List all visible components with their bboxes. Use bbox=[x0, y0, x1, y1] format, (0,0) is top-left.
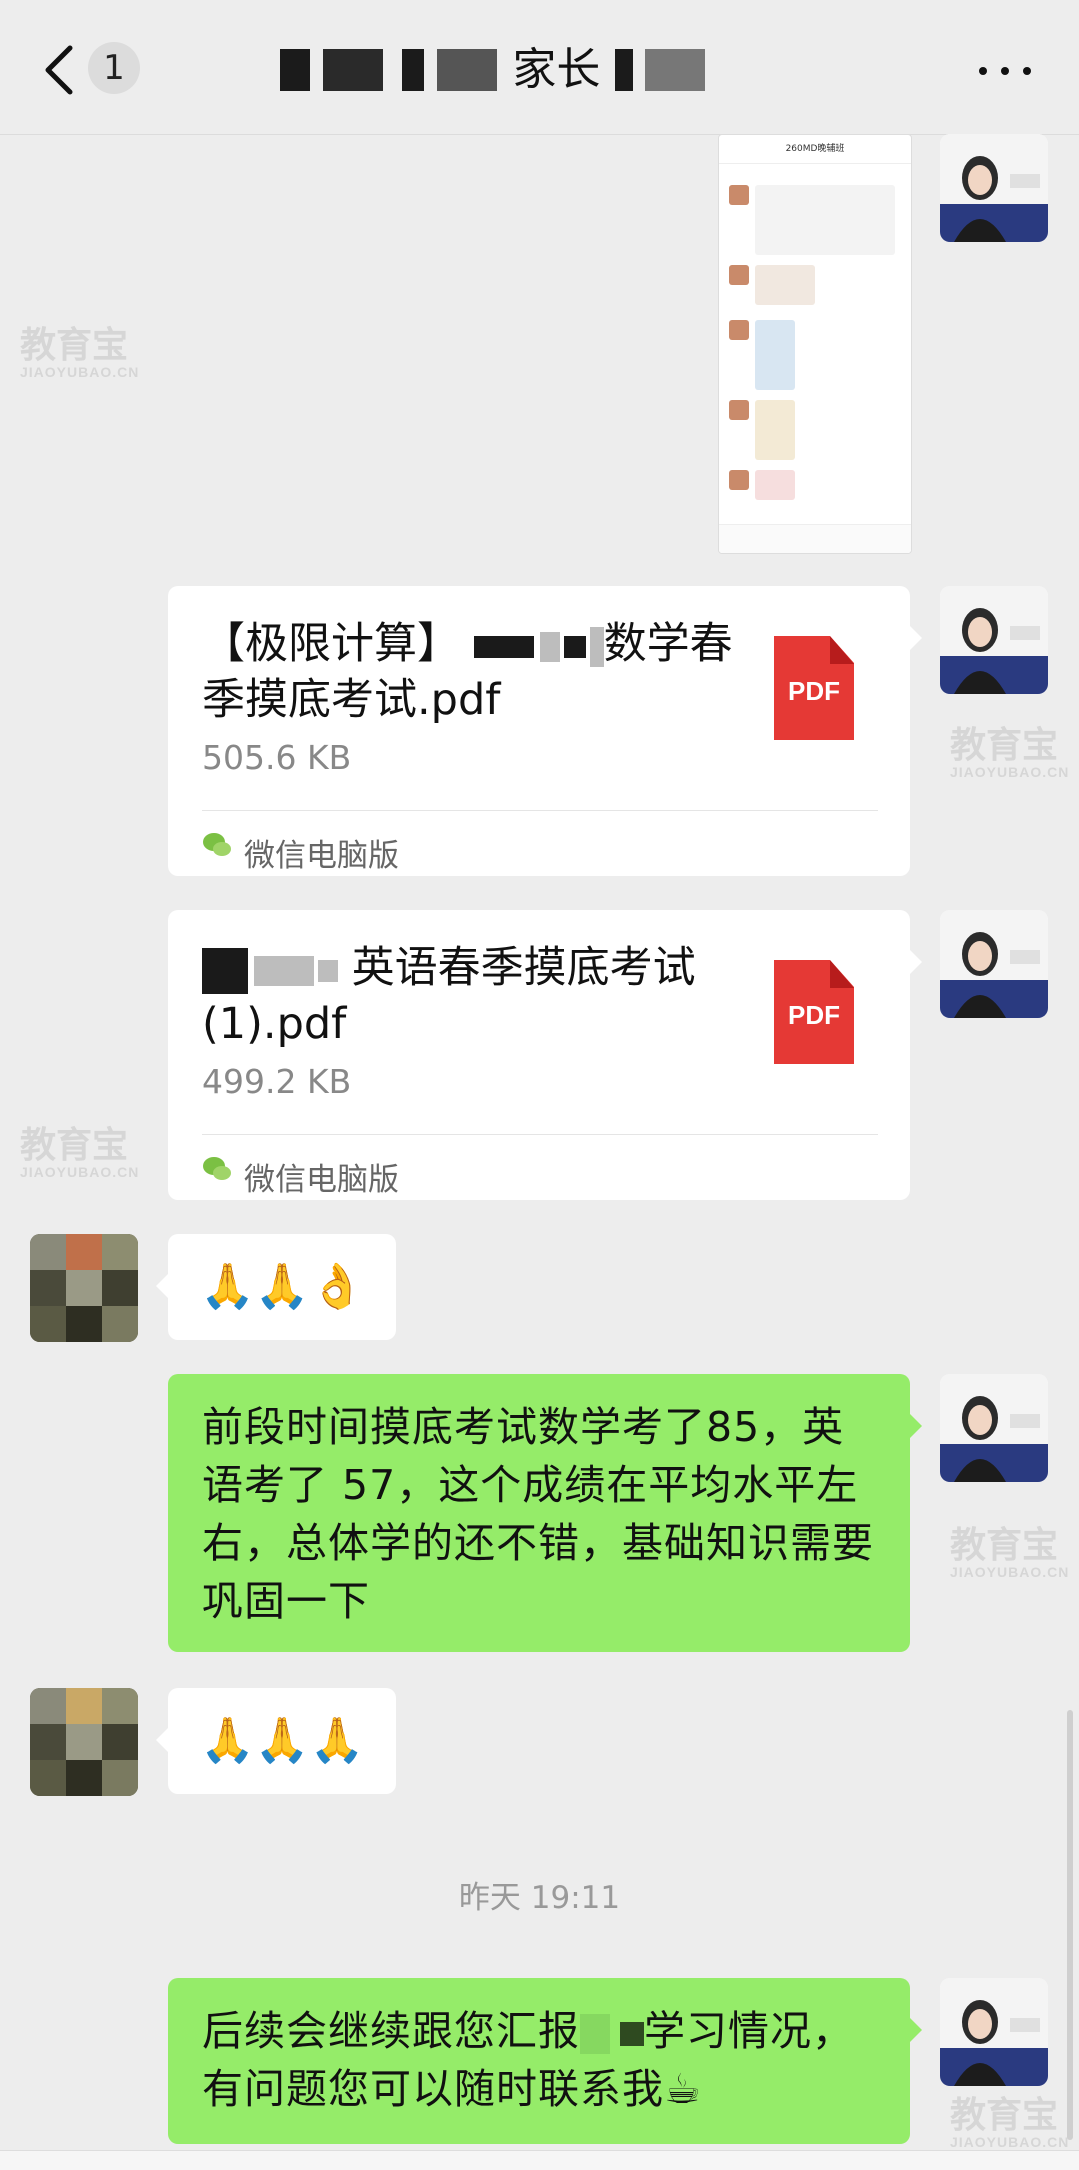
file-name: 英语春季摸底考试 (1).pdf bbox=[202, 943, 696, 1049]
file-source: 微信电脑版 bbox=[244, 1162, 399, 1198]
redacted-name bbox=[437, 49, 498, 91]
text-message[interactable]: 后续会继续跟您汇报 学习情况，有问题您可以随时联系我☕ bbox=[168, 1978, 910, 2144]
file-size: 499.2 KB bbox=[202, 1062, 352, 1101]
message-timestamp: 昨天 19:11 bbox=[458, 1880, 621, 1916]
chat-header: 1 家长 bbox=[0, 0, 1079, 135]
redacted-text bbox=[318, 959, 338, 982]
contact-avatar[interactable] bbox=[30, 1234, 138, 1342]
redacted-name bbox=[615, 49, 634, 91]
back-icon[interactable] bbox=[40, 40, 80, 100]
sender-avatar[interactable] bbox=[940, 1374, 1048, 1482]
watermark: 教育宝 JIAOYUBAO.CN bbox=[20, 1124, 140, 1181]
wechat-icon bbox=[202, 830, 232, 860]
redacted-text bbox=[473, 635, 534, 658]
pdf-icon: PDF bbox=[774, 960, 854, 1064]
file-message[interactable]: 【极限计算】 数学春 季摸底考试.pdf 505.6 KB PDF 微信电脑版 bbox=[168, 586, 910, 876]
scrollbar[interactable] bbox=[1067, 1710, 1073, 2140]
unread-count-badge[interactable]: 1 bbox=[88, 42, 140, 94]
sender-avatar[interactable] bbox=[940, 134, 1048, 242]
redacted-text bbox=[202, 947, 248, 994]
message-text: 前段时间摸底考试数学考了85，英语考了 57，这个成绩在平均水平左右，总体学的还… bbox=[202, 1403, 874, 1625]
message-text: 后续会继续跟您汇报 学习情况，有问题您可以随时联系我☕ bbox=[202, 2007, 854, 2113]
text-message[interactable]: 🙏🙏🙏 bbox=[168, 1688, 396, 1794]
contact-avatar[interactable] bbox=[30, 1688, 138, 1796]
sender-avatar[interactable] bbox=[940, 910, 1048, 1018]
redacted-text bbox=[589, 626, 604, 667]
redacted-text bbox=[580, 2014, 610, 2054]
image-message[interactable]: 260MD晚辅班 bbox=[718, 134, 912, 554]
pdf-icon: PDF bbox=[774, 636, 854, 740]
redacted-name bbox=[323, 49, 384, 91]
file-message[interactable]: 英语春季摸底考试 (1).pdf 499.2 KB PDF 微信电脑版 bbox=[168, 910, 910, 1200]
redacted-text bbox=[563, 635, 586, 658]
text-message[interactable]: 前段时间摸底考试数学考了85，英语考了 57，这个成绩在平均水平左右，总体学的还… bbox=[168, 1374, 910, 1652]
redacted-text bbox=[620, 2022, 644, 2046]
redacted-name bbox=[280, 49, 310, 91]
file-name: 【极限计算】 数学春 季摸底考试.pdf bbox=[202, 619, 733, 725]
sender-avatar[interactable] bbox=[940, 1978, 1048, 2086]
thumb-title: 260MD晚辅班 bbox=[719, 135, 911, 164]
wechat-icon bbox=[202, 1154, 232, 1184]
text-message[interactable]: 🙏🙏👌 bbox=[168, 1234, 396, 1340]
message-text: 🙏🙏👌 bbox=[200, 1261, 365, 1312]
watermark: 教育宝 JIAOYUBAO.CN bbox=[950, 2094, 1070, 2151]
watermark: 教育宝 JIAOYUBAO.CN bbox=[950, 1524, 1070, 1581]
redacted-text bbox=[254, 955, 314, 986]
message-text: 🙏🙏🙏 bbox=[200, 1715, 365, 1766]
input-bar-edge bbox=[0, 2150, 1079, 2170]
redacted-name bbox=[402, 49, 425, 91]
chat-title: 家长 bbox=[280, 44, 800, 96]
redacted-name bbox=[644, 49, 705, 91]
more-options-icon[interactable] bbox=[975, 50, 1035, 90]
sender-avatar[interactable] bbox=[940, 586, 1048, 694]
chat-title-text: 家长 bbox=[512, 44, 601, 95]
redacted-text bbox=[539, 631, 560, 662]
watermark: 教育宝 JIAOYUBAO.CN bbox=[20, 324, 140, 381]
watermark: 教育宝 JIAOYUBAO.CN bbox=[950, 724, 1070, 781]
file-source: 微信电脑版 bbox=[244, 838, 399, 874]
file-size: 505.6 KB bbox=[202, 738, 352, 777]
